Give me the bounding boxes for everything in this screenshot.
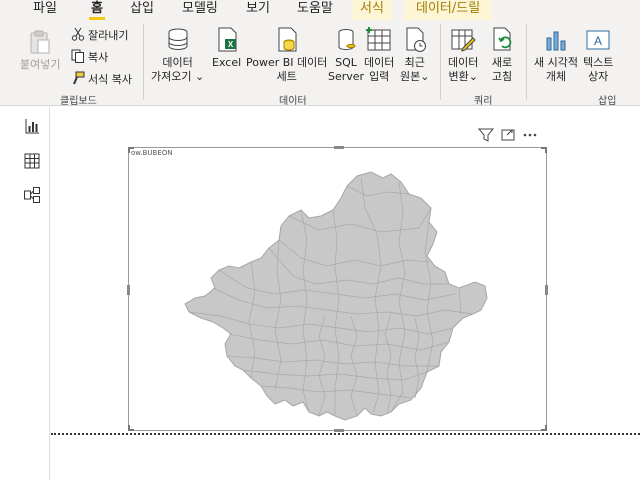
map-visual[interactable]: ow.BUBEON [127, 146, 548, 432]
get-data-button[interactable]: 데이터 가져오기 ⌄ [151, 26, 204, 84]
get-data-label-1: 데이터 [162, 56, 193, 69]
resize-corner-bottom-left[interactable] [128, 425, 134, 431]
recent-label-2: 원본⌄ [400, 70, 430, 83]
clipboard-group-label: 클립보드 [60, 96, 97, 107]
power-bi-datasets-button[interactable]: Power BI 데이터 세트 [246, 26, 327, 84]
enter-data-label-2: 입력 [369, 70, 390, 83]
resize-corner-top-right[interactable] [541, 147, 547, 153]
recent-label-1: 최근 [404, 56, 425, 69]
paintbrush-icon [71, 71, 85, 85]
queries-group-label: 쿼리 [474, 96, 493, 107]
transform-data-icon [451, 29, 476, 52]
more-options-icon[interactable] [521, 127, 539, 143]
transform-data-button[interactable]: 데이터 변환⌄ [448, 26, 478, 84]
model-view-icon[interactable] [23, 186, 41, 204]
paste-button[interactable]: 붙여넣기 [20, 28, 60, 72]
report-page[interactable]: ow.BUBEON [51, 107, 640, 433]
sql-server-icon [338, 29, 356, 51]
scissors-icon [71, 27, 85, 41]
text-box-label-2: 상자 [588, 70, 609, 83]
refresh-label-2: 고침 [491, 70, 513, 83]
tab-format[interactable]: 서식 [352, 0, 392, 20]
cut-button[interactable]: 잘라내기 [71, 27, 128, 43]
text-box-button[interactable]: A 텍스트 상자 [583, 26, 613, 84]
bar-chart-icon [546, 31, 566, 51]
transform-label-1: 데이터 [448, 56, 479, 69]
enter-data-button[interactable]: 데이터 입력 [364, 26, 394, 84]
format-painter-label: 서식 복사 [88, 73, 132, 86]
copy-icon [71, 49, 85, 63]
resize-handle-bottom[interactable] [334, 429, 344, 432]
new-visual-label-2: 개체 [545, 70, 567, 83]
paste-label: 붙여넣기 [20, 58, 61, 71]
resize-handle-right[interactable] [545, 285, 548, 295]
ribbon-divider [440, 24, 441, 100]
tab-help[interactable]: 도움말 [297, 0, 333, 20]
refresh-icon [493, 27, 512, 51]
tab-view[interactable]: 보기 [246, 0, 270, 20]
report-view-icon[interactable] [23, 117, 41, 135]
copy-label: 복사 [88, 51, 109, 64]
power-bi-label-2: 세트 [276, 70, 297, 83]
power-bi-label-1: Power BI 데이터 [246, 56, 328, 69]
cut-label: 잘라내기 [88, 29, 129, 42]
get-data-label-2: 가져오기 ⌄ [151, 70, 205, 83]
ribbon-divider [143, 24, 144, 100]
svg-text:A: A [594, 34, 602, 48]
seoul-district-map[interactable] [129, 148, 546, 430]
tab-home[interactable]: 홈 [89, 0, 105, 20]
tab-file[interactable]: 파일 [33, 0, 57, 20]
new-visual-label-1: 새 시각적 [534, 56, 578, 69]
paste-icon [30, 30, 50, 54]
table-plus-icon [366, 27, 391, 51]
data-group-label: 데이터 [279, 96, 307, 107]
resize-corner-top-left[interactable] [128, 147, 134, 153]
tab-modeling[interactable]: 모델링 [182, 0, 218, 20]
view-pane [0, 107, 50, 480]
tab-data-drill[interactable]: 데이터/드릴 [404, 0, 493, 20]
enter-data-label-1: 데이터 [364, 56, 395, 69]
sql-server-button[interactable]: SQL Server [328, 26, 364, 84]
transform-label-2: 변환⌄ [448, 70, 478, 83]
dataset-icon [278, 27, 297, 52]
insert-group-label: 삽입 [598, 96, 617, 107]
svg-text:X: X [227, 40, 233, 49]
ribbon-divider [526, 24, 527, 100]
copy-button[interactable]: 복사 [71, 49, 108, 65]
report-canvas: ow.BUBEON [51, 107, 640, 480]
visual-header [473, 127, 539, 145]
tab-insert[interactable]: 삽입 [130, 0, 154, 20]
new-visual-button[interactable]: 새 시각적 개체 [534, 26, 578, 84]
excel-icon: X [218, 27, 237, 52]
menu-bar: 파일 홈 삽입 모델링 보기 도움말 서식 데이터/드릴 [0, 0, 640, 20]
resize-corner-bottom-right[interactable] [541, 425, 547, 431]
recent-sources-button[interactable]: 최근 원본⌄ [400, 26, 429, 84]
recent-clock-icon [406, 27, 426, 52]
sql-label-1: SQL [335, 56, 357, 69]
resize-handle-top[interactable] [334, 146, 344, 149]
sql-label-2: Server [328, 70, 365, 83]
text-box-icon: A [586, 30, 610, 50]
database-icon [168, 28, 188, 51]
table-view-icon[interactable] [23, 152, 41, 170]
format-painter-button[interactable]: 서식 복사 [71, 71, 132, 87]
ribbon: 붙여넣기 잘라내기 복사 서식 복사 클립보드 데이터 가져오기 ⌄ X Exc… [0, 20, 640, 107]
excel-button[interactable]: X Excel [212, 26, 241, 70]
excel-label: Excel [212, 56, 242, 69]
text-box-label-1: 텍스트 [583, 56, 614, 69]
page-boundary [51, 433, 640, 480]
refresh-button[interactable]: 새로 고침 [488, 26, 516, 84]
refresh-label-1: 새로 [491, 56, 513, 69]
resize-handle-left[interactable] [127, 285, 130, 295]
focus-mode-icon[interactable] [499, 127, 517, 143]
filter-icon[interactable] [477, 127, 495, 143]
